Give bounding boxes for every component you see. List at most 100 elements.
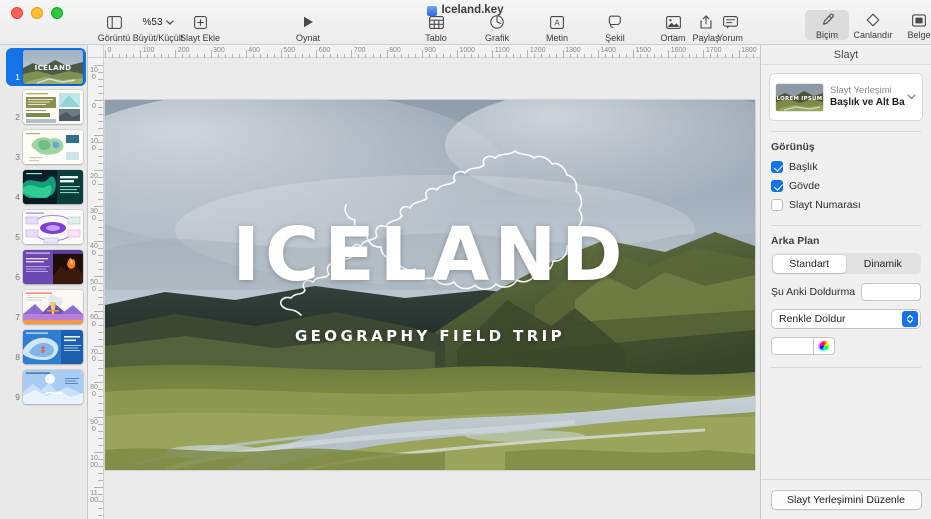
ruler-tick-minor (393, 54, 395, 58)
slide-number: 6 (15, 272, 20, 282)
ruler-tick-minor (126, 54, 128, 58)
ruler-tick-minor (98, 142, 103, 144)
segment-standard[interactable]: Standart (772, 254, 846, 273)
ruler-tick-minor (731, 54, 733, 58)
slide-thumbnail[interactable]: ICELAND (23, 50, 83, 84)
fill-color-swatch[interactable] (771, 337, 813, 355)
ruler-tick-minor (541, 54, 543, 58)
ruler-tick-minor (98, 121, 103, 123)
navigator-slide-3[interactable]: 3 (0, 130, 87, 170)
toolbar-item-text[interactable]: A Metin (527, 12, 587, 43)
zoom-button[interactable] (51, 7, 63, 19)
slide-thumbnail[interactable] (23, 330, 83, 364)
ruler-tick-minor (98, 501, 103, 503)
ruler-tick (94, 416, 103, 418)
ruler-tick-minor (147, 54, 149, 58)
toolbar-label-table: Tablo (425, 33, 447, 43)
toolbar-item-play[interactable]: Oynat (278, 12, 338, 43)
ruler-tick-minor (98, 353, 103, 355)
ruler-label: 1600 (670, 47, 687, 54)
navigator-slide-7[interactable]: 7 (0, 290, 87, 330)
slide-thumbnail[interactable] (23, 170, 83, 204)
toolbar-item-animate[interactable]: Canlandır (851, 10, 895, 40)
chevron-down-icon[interactable] (905, 92, 916, 103)
close-button[interactable] (11, 7, 23, 19)
slide-title-text[interactable]: ICELAND (105, 218, 755, 292)
ruler-tick-minor (98, 128, 103, 130)
ruler-tick-minor (98, 149, 103, 151)
slide-thumbnail[interactable] (23, 210, 83, 244)
ruler-tick-minor (449, 54, 451, 58)
toolbar-label-document: Belge (907, 30, 931, 40)
slide-thumbnail[interactable] (23, 130, 83, 164)
checkbox-body[interactable] (771, 180, 783, 192)
slide-subtitle-text[interactable]: GEOGRAPHY FIELD TRIP (105, 327, 755, 345)
ruler-tick (597, 50, 599, 58)
diamond-icon (866, 10, 880, 30)
navigator-slide-4[interactable]: 4 (0, 170, 87, 210)
fill-color-controls[interactable] (771, 337, 931, 355)
navigator-slide-5[interactable]: 5 (0, 210, 87, 250)
ruler-tick-minor (98, 233, 103, 235)
ruler-tick-minor (98, 290, 103, 292)
toolbar-item-format[interactable]: Biçim (805, 10, 849, 40)
ruler-label: 700 (90, 348, 98, 363)
slide-thumbnail[interactable] (23, 370, 83, 404)
edit-slide-layout-button[interactable]: Slayt Yerleşimini Düzenle (770, 489, 922, 510)
checkbox-slide-number[interactable] (771, 199, 783, 211)
horizontal-ruler[interactable]: 0 100 200 300 400 500 600 700 800 900 1000 1100 1200… (104, 45, 760, 58)
toolbar-item-shape[interactable]: Şekil (585, 12, 645, 43)
background-mode-segmented-control[interactable]: Standart Dinamik (771, 253, 921, 274)
navigator-slide-1[interactable]: 1 ICELAND (0, 48, 87, 90)
toolbar-label-add-slide: Slayt Ekle (179, 33, 221, 43)
ruler-tick-minor (428, 54, 430, 58)
table-icon (428, 12, 444, 32)
appearance-option-body[interactable]: Gövde (771, 178, 931, 194)
ruler-tick-minor (98, 191, 103, 193)
toolbar-label-view: Görüntü (97, 33, 131, 43)
checkbox-title[interactable] (771, 161, 783, 173)
slide-thumbnail[interactable] (23, 250, 83, 284)
toolbar-item-share-btn[interactable]: Paylaş (676, 12, 736, 43)
toolbar-item-document[interactable]: Belge (897, 10, 931, 40)
svg-text:ICELAND: ICELAND (35, 64, 72, 72)
slide-navigator[interactable]: 1 ICELAND 2 3 4 5 6 7 8 9 (0, 45, 88, 519)
navigator-slide-8[interactable]: 8 (0, 330, 87, 370)
slide-canvas-area[interactable]: 0 100 200 300 400 500 600 700 800 900 1000 1100 1200… (88, 45, 760, 519)
zoom-value: %53 (142, 16, 163, 28)
color-wheel-button[interactable] (813, 337, 835, 355)
navigator-slide-9[interactable]: 9 (0, 370, 87, 410)
slide-thumbnail[interactable] (23, 90, 83, 124)
slide-thumbnail[interactable] (23, 290, 83, 324)
slide-layout-text: Slayt Yerleşimi Başlık ve Alt Başlık (830, 85, 905, 109)
navigator-slide-2[interactable]: 2 (0, 90, 87, 130)
slide-layout-caption: Slayt Yerleşimi (830, 85, 892, 96)
ruler-tick-minor (478, 54, 480, 58)
checkbox-title-label: Başlık (789, 161, 818, 173)
slide-editing-canvas[interactable]: ICELAND GEOGRAPHY FIELD TRIP (105, 100, 755, 470)
ruler-tick-minor (724, 54, 726, 58)
paintbrush-icon (820, 10, 834, 30)
ruler-label: 1800 (741, 47, 757, 54)
ruler-tick-minor (647, 54, 649, 58)
ruler-label: 1000 (90, 454, 98, 469)
vertical-ruler[interactable]: 100 0 100 200 300 400 500 600 700 800 900 1000 1100 (88, 58, 104, 519)
slide-layout-selector[interactable]: LOREM IPSUM Slayt Yerleşimi Başlık ve Al… (769, 73, 923, 121)
toolbar-item-table[interactable]: Tablo (406, 12, 466, 43)
current-fill-row: Şu Anki Doldurma (771, 283, 921, 301)
navigator-slide-6[interactable]: 6 (0, 250, 87, 290)
current-fill-well[interactable] (861, 283, 921, 301)
fill-type-popup[interactable]: Renkle Doldur (771, 309, 921, 329)
ruler-label: 0 (107, 47, 112, 54)
appearance-option-slide-number[interactable]: Slayt Numarası (771, 197, 931, 213)
minimize-button[interactable] (31, 7, 43, 19)
ruler-tick-minor (98, 388, 103, 390)
toolbar-item-add-slide[interactable]: Slayt Ekle (170, 12, 230, 43)
toolbar-item-chart[interactable]: Grafik (467, 12, 527, 43)
appearance-option-title[interactable]: Başlık (771, 159, 931, 175)
chevron-up-down-icon[interactable] (902, 311, 918, 327)
ruler-tick (316, 50, 318, 58)
ruler-tick-minor (98, 367, 103, 369)
ruler-tick-minor (625, 54, 627, 58)
segment-dynamic[interactable]: Dinamik (846, 255, 920, 273)
